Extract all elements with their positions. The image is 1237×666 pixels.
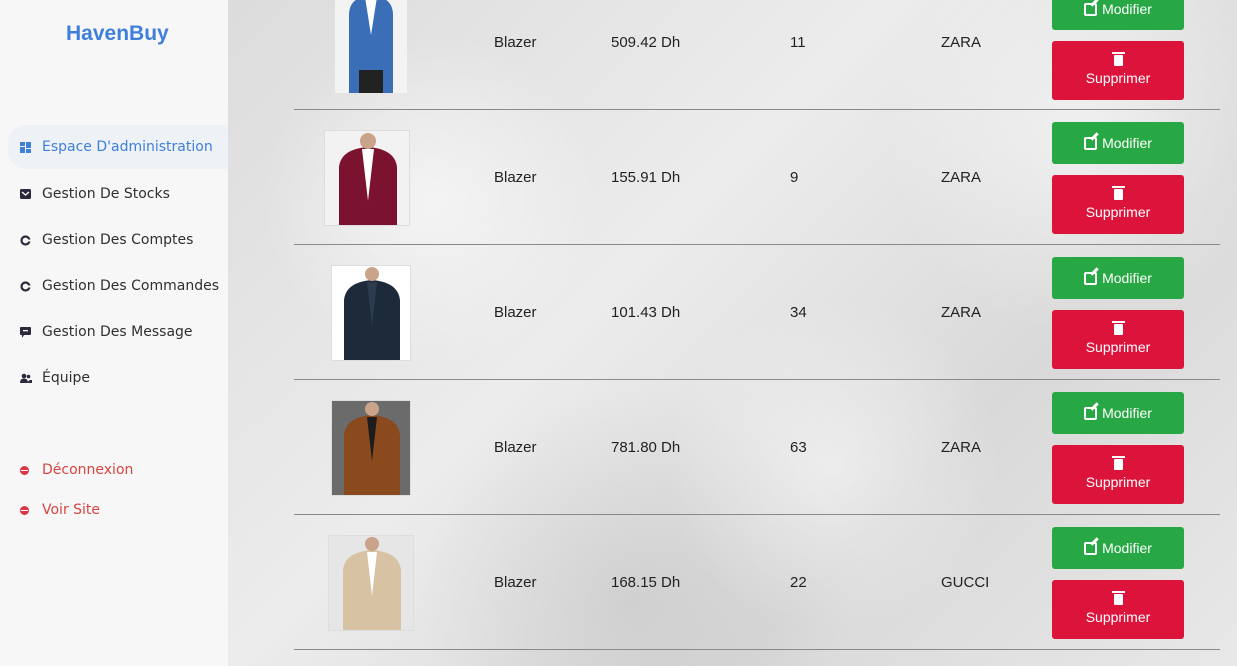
team-icon (20, 373, 42, 383)
table-row: Blazer 509.42 Dh 11 ZARA Modifier Suppri… (294, 0, 1220, 110)
sidebar-item-logout[interactable]: Déconnexion (8, 450, 228, 490)
edit-button[interactable]: Modifier (1052, 122, 1184, 164)
sidebar-item-stocks[interactable]: Gestion De Stocks (8, 171, 228, 217)
product-name: Blazer (494, 303, 537, 321)
box-icon (20, 189, 42, 199)
product-price: 101.43 Dh (611, 303, 681, 321)
account-icon (20, 234, 42, 246)
sidebar-item-label: Voir Site (42, 502, 101, 518)
sidebar-item-accounts[interactable]: Gestion Des Comptes (8, 217, 228, 263)
product-image (331, 400, 411, 496)
row-actions: Modifier Supprimer (1052, 257, 1184, 369)
product-quantity: 9 (790, 168, 799, 186)
sidebar-bottom-nav: Déconnexion Voir Site (8, 450, 228, 530)
edit-button[interactable]: Modifier (1052, 257, 1184, 299)
product-brand: ZARA (941, 168, 982, 186)
product-quantity: 63 (790, 438, 807, 456)
product-price: 781.80 Dh (611, 438, 681, 456)
row-actions: Modifier Supprimer (1052, 392, 1184, 504)
product-quantity: 11 (790, 33, 806, 51)
sidebar-item-label: Gestion De Stocks (42, 186, 170, 202)
delete-button[interactable]: Supprimer (1052, 175, 1184, 234)
product-quantity: 22 (790, 573, 807, 591)
logout-icon (20, 465, 42, 475)
row-actions: Modifier Supprimer (1052, 122, 1184, 234)
edit-button[interactable]: Modifier (1052, 527, 1184, 569)
product-brand: GUCCI (941, 573, 990, 591)
trash-icon (1111, 456, 1125, 470)
message-icon (20, 326, 42, 338)
delete-button[interactable]: Supprimer (1052, 41, 1184, 100)
edit-icon (1084, 541, 1098, 555)
edit-icon (1084, 136, 1098, 150)
sidebar-item-dashboard[interactable]: Espace D'administration (8, 125, 228, 169)
trash-icon (1111, 321, 1125, 335)
table-row: Blazer 168.15 Dh 22 GUCCI Modifier Suppr… (294, 515, 1220, 650)
product-brand: ZARA (941, 33, 982, 51)
edit-button[interactable]: Modifier (1052, 392, 1184, 434)
sidebar-item-label: Gestion Des Comptes (42, 232, 194, 248)
table-row: Blazer 781.80 Dh 63 ZARA Modifier Suppri… (294, 380, 1220, 515)
sidebar-item-view-site[interactable]: Voir Site (8, 490, 228, 530)
sidebar-item-messages[interactable]: Gestion Des Message (8, 309, 228, 355)
trash-icon (1111, 52, 1125, 66)
product-price: 168.15 Dh (611, 573, 681, 591)
edit-button[interactable]: Modifier (1052, 0, 1184, 30)
delete-button[interactable]: Supprimer (1052, 445, 1184, 504)
product-name: Blazer (494, 168, 537, 186)
product-brand: ZARA (941, 303, 982, 321)
product-brand: ZARA (941, 438, 982, 456)
product-image (331, 265, 411, 361)
product-image (328, 535, 414, 631)
brand-logo[interactable]: HavenBuy (66, 22, 169, 46)
sidebar-item-label: Gestion Des Commandes (42, 278, 220, 294)
sidebar-item-label: Déconnexion (42, 462, 134, 478)
product-quantity: 34 (790, 303, 807, 321)
sidebar-nav: Espace D'administration Gestion De Stock… (8, 125, 228, 401)
dashboard-icon (20, 141, 42, 153)
sidebar-item-label: Espace D'administration (42, 139, 213, 155)
product-image (335, 0, 407, 93)
sidebar-item-label: Équipe (42, 370, 90, 386)
table-row: Blazer 101.43 Dh 34 ZARA Modifier Suppri… (294, 245, 1220, 380)
trash-icon (1111, 186, 1125, 200)
row-actions: Modifier Supprimer (1052, 527, 1184, 639)
sidebar-item-orders[interactable]: Gestion Des Commandes (8, 263, 228, 309)
product-price: 155.91 Dh (611, 168, 681, 186)
delete-button[interactable]: Supprimer (1052, 580, 1184, 639)
edit-icon (1084, 271, 1098, 285)
table-row: Blazer 155.91 Dh 9 ZARA Modifier Supprim… (294, 110, 1220, 245)
product-name: Blazer (494, 33, 537, 51)
product-image (324, 130, 410, 226)
sidebar-item-label: Gestion Des Message (42, 324, 193, 340)
sidebar-item-team[interactable]: Équipe (8, 355, 228, 401)
orders-icon (20, 280, 42, 292)
view-site-icon (20, 505, 42, 515)
trash-icon (1111, 591, 1125, 605)
edit-icon (1084, 2, 1098, 16)
product-price: 509.42 Dh (611, 33, 681, 51)
edit-icon (1084, 406, 1098, 420)
main-content: Blazer 509.42 Dh 11 ZARA Modifier Suppri… (228, 0, 1237, 666)
product-name: Blazer (494, 573, 537, 591)
row-actions: Modifier Supprimer (1052, 0, 1184, 100)
sidebar: HavenBuy Espace D'administration Gestion… (0, 0, 228, 666)
product-name: Blazer (494, 438, 537, 456)
delete-button[interactable]: Supprimer (1052, 310, 1184, 369)
